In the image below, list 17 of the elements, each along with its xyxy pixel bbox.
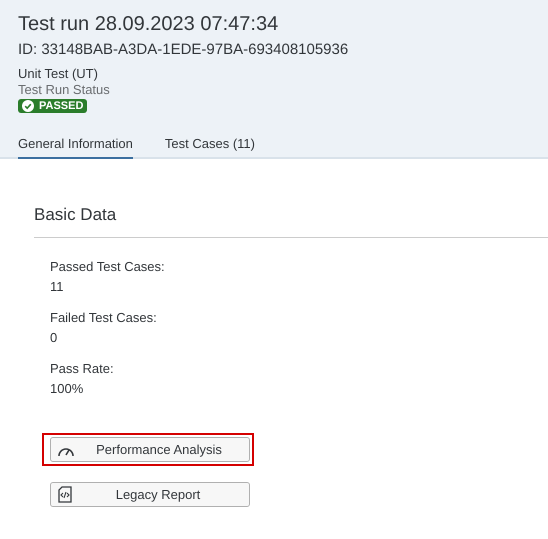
field-value: 11 [50,278,64,295]
action-button[interactable]: Legacy Report [50,482,250,507]
test-type: Unit Test (UT) [18,66,99,81]
run-id: ID: 33148BAB-A3DA-1EDE-97BA-693408105936 [18,41,350,58]
status-label: Test Run Status [18,82,111,97]
field-label: Pass Rate: [50,360,115,377]
field-label: Failed Test Cases: [50,309,158,326]
section-title: Basic Data [34,205,548,238]
field-value: 100% [50,380,84,397]
tab[interactable]: General Information [18,136,133,159]
field-label: Passed Test Cases: [50,258,166,275]
action-button[interactable]: Performance Analysis [50,437,250,462]
page-title: Test run 28.09.2023 07:47:34 [18,12,280,36]
status-text: PASSED [39,100,84,112]
field-value: 0 [50,329,58,346]
code-document-icon [57,486,73,503]
tab[interactable]: Test Cases (11) [164,136,255,159]
